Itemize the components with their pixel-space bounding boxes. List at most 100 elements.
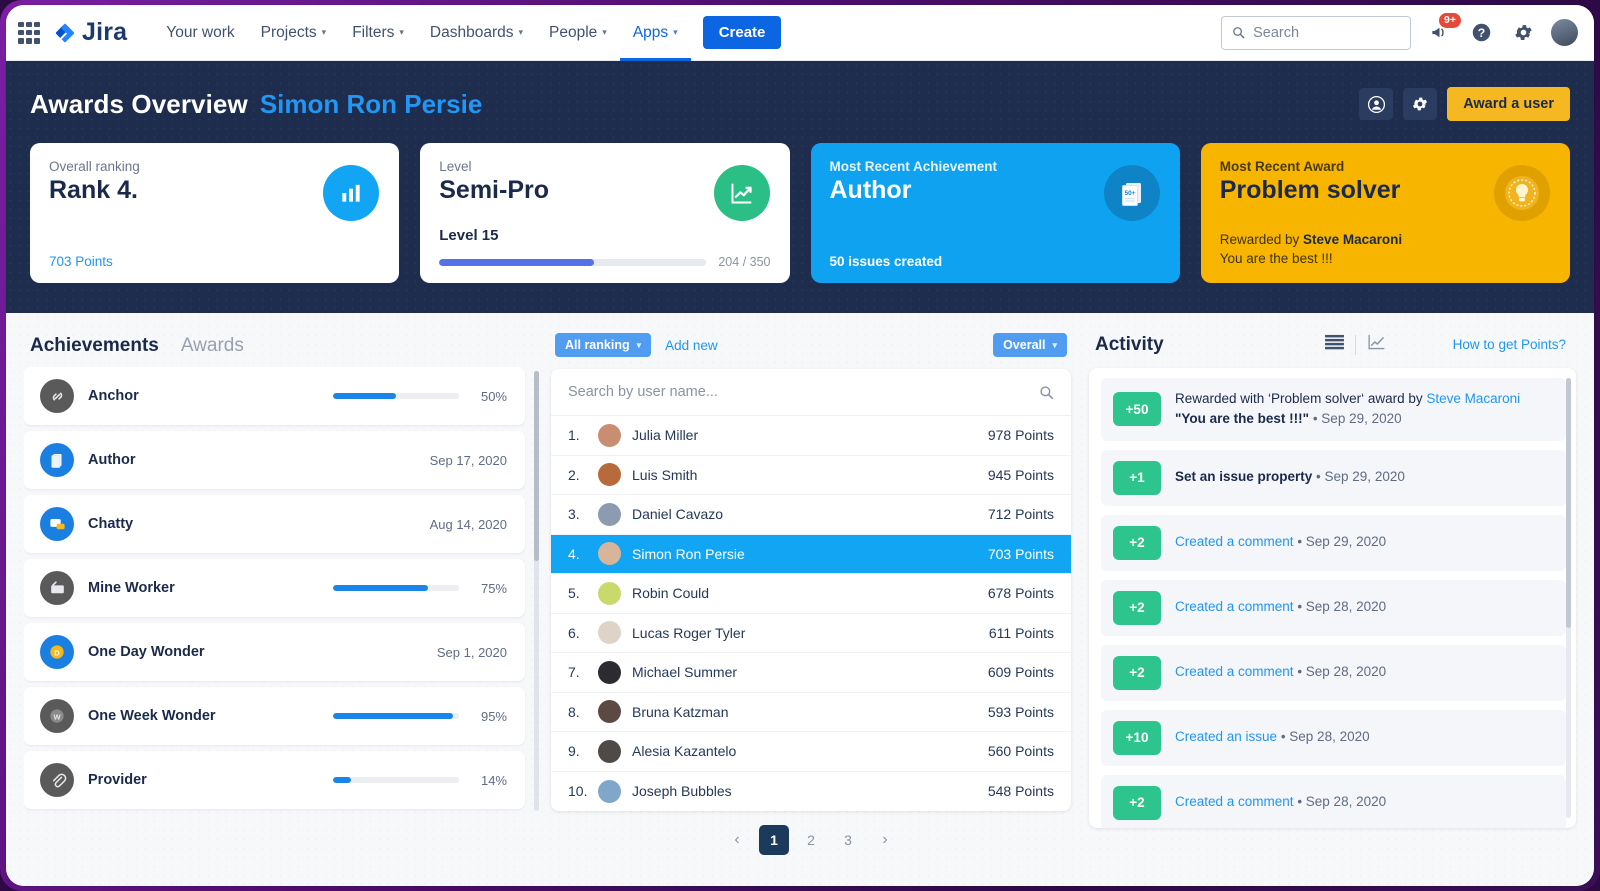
pagination-next[interactable]: › bbox=[870, 825, 900, 855]
leaderboard-search-row[interactable] bbox=[551, 369, 1071, 416]
achievements-scrollbar[interactable] bbox=[534, 371, 539, 811]
how-to-get-points-link[interactable]: How to get Points? bbox=[1453, 337, 1566, 352]
leaderboard-row[interactable]: 2. Luis Smith 945 Points bbox=[551, 456, 1071, 495]
settings-button[interactable] bbox=[1509, 19, 1537, 47]
leaderboard-rank: 7. bbox=[568, 664, 580, 681]
app-switcher-icon[interactable] bbox=[18, 21, 40, 44]
leaderboard-user-name: Bruna Katzman bbox=[632, 703, 729, 720]
activity-link[interactable]: Created an issue bbox=[1175, 729, 1277, 744]
card-points-link[interactable]: 703 Points bbox=[49, 254, 380, 269]
nav-item-people[interactable]: People ▾ bbox=[536, 5, 620, 61]
pagination-page-3[interactable]: 3 bbox=[833, 825, 863, 855]
user-profile-button[interactable] bbox=[1359, 88, 1394, 120]
leaderboard-row[interactable]: 6. Lucas Roger Tyler 611 Points bbox=[551, 614, 1071, 653]
achievement-progress-label: 50% bbox=[480, 388, 507, 404]
activity-header: Activity How to get Points? bbox=[1089, 329, 1576, 368]
leaderboard-rank: 3. bbox=[568, 506, 580, 523]
activity-link[interactable]: Steve Macaroni bbox=[1426, 391, 1520, 406]
activity-date: • Sep 29, 2020 bbox=[1309, 411, 1402, 427]
achievement-row[interactable]: Provider 14% bbox=[24, 751, 525, 809]
leaderboard-row[interactable]: 1. Julia Miller 978 Points bbox=[551, 416, 1071, 456]
activity-link[interactable]: Created a comment bbox=[1175, 664, 1294, 679]
pagination-prev[interactable]: ‹ bbox=[722, 825, 752, 855]
top-navigation-bar: Jira Your work Projects ▾ Filters ▾ Dash… bbox=[6, 5, 1594, 61]
nav-label: People bbox=[549, 23, 598, 41]
activity-link[interactable]: Created a comment bbox=[1175, 534, 1294, 549]
activity-row[interactable]: +1 Set an issue property • Sep 29, 2020 bbox=[1101, 449, 1566, 506]
help-button[interactable]: ? bbox=[1467, 19, 1495, 47]
leaderboard-row[interactable]: 9. Alesia Kazantelo 560 Points bbox=[551, 732, 1071, 772]
hero-settings-button[interactable] bbox=[1403, 88, 1438, 120]
leaderboard-points: 703 Points bbox=[987, 545, 1054, 562]
pagination-page-1[interactable]: 1 bbox=[759, 825, 789, 855]
nav-item-dashboards[interactable]: Dashboards ▾ bbox=[417, 5, 536, 61]
chevron-down-icon: ▾ bbox=[602, 27, 607, 37]
jira-logo[interactable]: Jira bbox=[54, 18, 127, 47]
achievement-row[interactable]: Chatty Aug 14, 2020 bbox=[24, 495, 525, 553]
leaderboard-points: 593 Points bbox=[987, 703, 1054, 720]
activity-text: Created a comment • Sep 28, 2020 bbox=[1175, 597, 1386, 617]
activity-row[interactable]: +2 Created a comment • Sep 28, 2020 bbox=[1101, 774, 1566, 828]
leaderboard-row[interactable]: 10. Joseph Bubbles 548 Points bbox=[551, 772, 1071, 812]
achievement-progress-track bbox=[333, 393, 459, 399]
activity-row[interactable]: +2 Created a comment • Sep 29, 2020 bbox=[1101, 514, 1566, 571]
activity-row[interactable]: +2 Created a comment • Sep 28, 2020 bbox=[1101, 644, 1566, 701]
search-input[interactable] bbox=[1253, 24, 1400, 41]
activity-row[interactable]: +10 Created an issue • Sep 28, 2020 bbox=[1101, 709, 1566, 766]
activity-row[interactable]: +50 Rewarded with ‘Problem solver‘ award … bbox=[1101, 378, 1566, 441]
achievement-row[interactable]: Mine Worker 75% bbox=[24, 559, 525, 617]
scope-dropdown[interactable]: Overall ▾ bbox=[993, 333, 1067, 357]
hero-user-name[interactable]: Simon Ron Persie bbox=[260, 89, 483, 120]
list-view-icon[interactable] bbox=[1324, 334, 1345, 356]
tab-achievements[interactable]: Achievements bbox=[30, 335, 159, 357]
chevron-down-icon: ▾ bbox=[321, 27, 327, 37]
nav-item-filters[interactable]: Filters ▾ bbox=[339, 5, 417, 61]
activity-row[interactable]: +2 Created a comment • Sep 28, 2020 bbox=[1101, 579, 1566, 636]
leaderboard-points: 609 Points bbox=[987, 664, 1054, 681]
help-icon: ? bbox=[1472, 23, 1490, 42]
user-search-input[interactable] bbox=[568, 384, 1039, 400]
nav-item-your-work[interactable]: Your work bbox=[153, 5, 247, 61]
most-recent-award-card[interactable]: Most Recent Award Problem solver Rewarde… bbox=[1200, 143, 1570, 283]
add-new-link[interactable]: Add new bbox=[665, 338, 718, 353]
leaderboard-row[interactable]: 3. Daniel Cavazo 712 Points bbox=[551, 495, 1071, 535]
user-avatar[interactable] bbox=[1551, 19, 1578, 46]
activity-title: Activity bbox=[1095, 333, 1164, 355]
achievement-row[interactable]: D One Day Wonder Sep 1, 2020 bbox=[24, 623, 525, 681]
search-icon bbox=[1233, 27, 1245, 39]
activity-points-badge: +2 bbox=[1113, 590, 1161, 625]
award-a-user-button[interactable]: Award a user bbox=[1447, 87, 1570, 121]
level-progress-track bbox=[439, 258, 707, 266]
tab-awards[interactable]: Awards bbox=[181, 335, 244, 357]
leaderboard-rank: 2. bbox=[568, 466, 580, 483]
search-icon bbox=[1040, 385, 1054, 399]
activity-link[interactable]: Created a comment bbox=[1175, 599, 1294, 614]
achievement-name: Mine Worker bbox=[88, 580, 175, 596]
achievement-row[interactable]: Anchor 50% bbox=[24, 367, 525, 425]
ranking-filter-dropdown[interactable]: All ranking ▾ bbox=[555, 333, 652, 357]
activity-link[interactable]: Created a comment bbox=[1175, 794, 1294, 809]
leaderboard-row-selected[interactable]: 4. Simon Ron Persie 703 Points bbox=[551, 534, 1071, 574]
level-number: Level 15 bbox=[439, 227, 499, 244]
avatar bbox=[598, 621, 621, 645]
search-box[interactable] bbox=[1221, 15, 1411, 50]
level-card[interactable]: Level Semi-Pro Level 15 204 / 350 bbox=[420, 143, 790, 283]
chart-view-icon[interactable] bbox=[1366, 333, 1387, 356]
achievement-name: Author bbox=[88, 452, 136, 468]
activity-scrollbar[interactable] bbox=[1566, 378, 1571, 818]
nav-label: Filters bbox=[352, 23, 395, 41]
overall-ranking-card[interactable]: Overall ranking Rank 4. 703 Points bbox=[30, 143, 400, 283]
leaderboard-row[interactable]: 8. Bruna Katzman 593 Points bbox=[551, 693, 1071, 732]
create-button[interactable]: Create bbox=[702, 16, 782, 49]
leaderboard-row[interactable]: 5. Robin Could 678 Points bbox=[551, 574, 1071, 614]
activity-view-toggle bbox=[1324, 333, 1387, 356]
pagination-page-2[interactable]: 2 bbox=[796, 825, 826, 855]
notifications-button[interactable]: 9+ bbox=[1425, 12, 1461, 47]
achievement-row[interactable]: Author Sep 17, 2020 bbox=[24, 431, 525, 489]
achievement-row[interactable]: W One Week Wonder 95% bbox=[24, 687, 525, 745]
most-recent-achievement-card[interactable]: Most Recent Achievement Author 50 issues… bbox=[810, 143, 1180, 283]
rewarder-name: Steve Macaroni bbox=[1303, 231, 1403, 247]
nav-item-projects[interactable]: Projects ▾ bbox=[248, 5, 340, 61]
leaderboard-row[interactable]: 7. Michael Summer 609 Points bbox=[551, 653, 1071, 693]
nav-item-apps[interactable]: Apps ▾ bbox=[620, 5, 691, 61]
